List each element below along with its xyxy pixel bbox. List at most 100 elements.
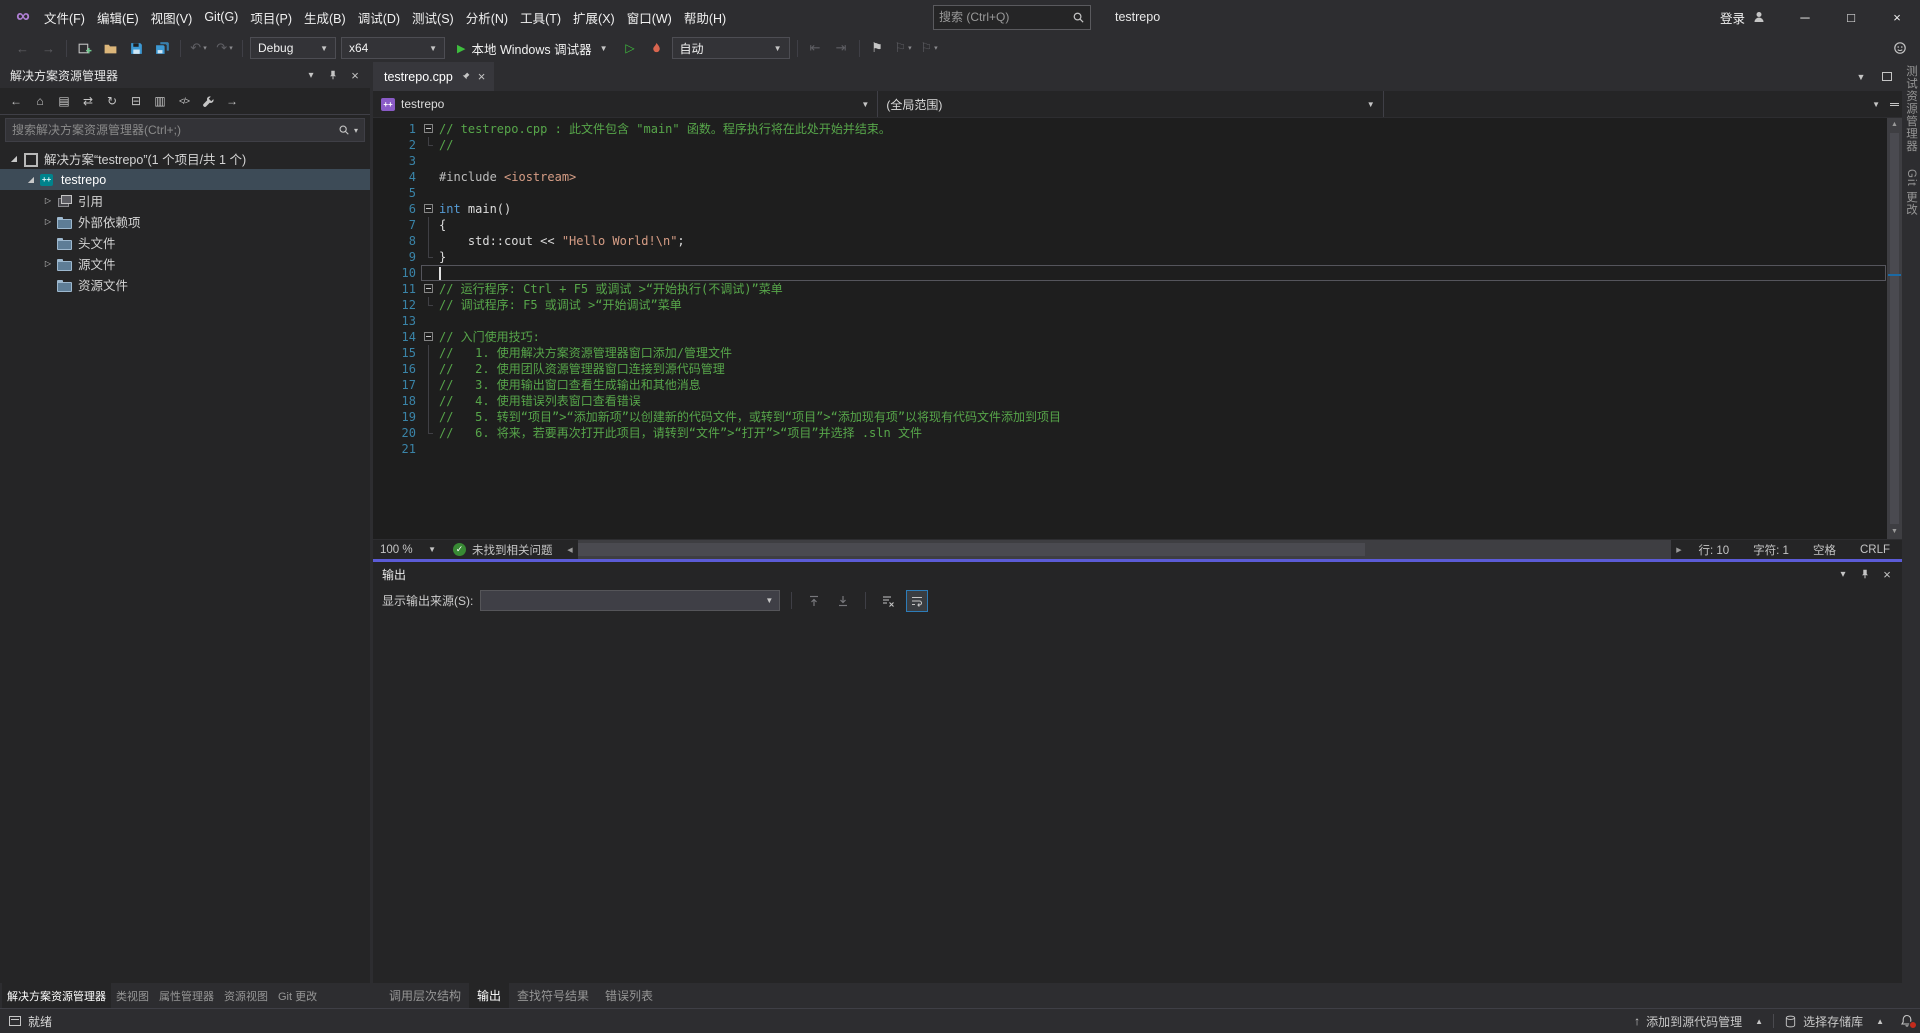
solution-explorer-search-input[interactable] [12, 123, 338, 137]
split-editor-handle[interactable] [1888, 91, 1902, 117]
code-line[interactable]: 2// [373, 137, 1887, 153]
code-line[interactable]: 7{ [373, 217, 1887, 233]
clear-all-icon[interactable] [877, 590, 899, 612]
switch-views-icon[interactable]: ▤ [53, 90, 75, 112]
menu-item[interactable]: 帮助(H) [678, 0, 732, 34]
zoom-dropdown[interactable]: 100 % ▼ [373, 540, 443, 559]
fold-collapse-icon[interactable] [421, 329, 439, 345]
code-line[interactable]: 6int main() [373, 201, 1887, 217]
code-line[interactable]: 16// 2. 使用团队资源管理器窗口连接到源代码管理 [373, 361, 1887, 377]
tree-item[interactable]: ◢testrepo [0, 169, 370, 190]
menu-item[interactable]: 视图(V) [145, 0, 199, 34]
horizontal-scrollbar-track[interactable] [578, 540, 1672, 559]
tree-item[interactable]: 头文件 [0, 232, 370, 253]
start-debugging-button[interactable]: ▶ 本地 Windows 调试器 ▼ [448, 36, 617, 60]
code-line[interactable]: 9} [373, 249, 1887, 265]
menu-item[interactable]: 分析(N) [460, 0, 514, 34]
tab-资源视图[interactable]: 资源视图 [219, 983, 273, 1008]
solution-explorer-search-box[interactable]: ▾ [5, 118, 365, 142]
expand-arrow-icon[interactable]: ▷ [40, 217, 56, 226]
save-all-icon[interactable] [150, 36, 175, 60]
close-button[interactable]: × [1874, 0, 1920, 34]
view-code-icon[interactable]: </> [173, 90, 195, 112]
code-line[interactable]: 20// 6. 将来，若要再次打开此项目，请转到“文件”>“打开”>“项目”并选… [373, 425, 1887, 441]
navigate-forward-icon[interactable]: → [36, 36, 61, 60]
tab-测试资源管理器[interactable]: 测试资源管理器 [1903, 65, 1919, 153]
increase-indent-icon[interactable]: ⇥ [829, 36, 854, 60]
editor-horizontal-scrollbar[interactable]: ◀ ▶ [563, 540, 1687, 559]
preview-selected-items-icon[interactable]: → [221, 90, 243, 112]
tab-查找符号结果[interactable]: 查找符号结果 [509, 983, 597, 1008]
menu-item[interactable]: Git(G) [198, 0, 244, 34]
scroll-right-arrow[interactable]: ▶ [1671, 546, 1686, 554]
toggle-word-wrap-icon[interactable] [906, 590, 928, 612]
code-line[interactable]: 13 [373, 313, 1887, 329]
window-position-icon[interactable]: ▾ [300, 64, 322, 86]
sign-in-button[interactable]: 登录 [1704, 0, 1782, 34]
background-tasks-icon[interactable] [9, 1016, 21, 1026]
quick-search-input[interactable] [939, 10, 1072, 24]
code-line[interactable]: 4#include <iostream> [373, 169, 1887, 185]
pin-icon[interactable] [322, 64, 344, 86]
fold-collapse-icon[interactable] [421, 281, 439, 297]
add-to-source-control-button[interactable]: ↑ 添加到源代码管理 ▲ [1624, 1009, 1773, 1033]
save-icon[interactable] [124, 36, 149, 60]
start-without-debugging-icon[interactable]: ▷ [618, 36, 643, 60]
scroll-left-arrow[interactable]: ◀ [563, 546, 578, 554]
scroll-down-arrow[interactable]: ▼ [1887, 525, 1902, 539]
code-line[interactable]: 8 std::cout << "Hello World!\n"; [373, 233, 1887, 249]
code-editor[interactable]: 1// testrepo.cpp : 此文件包含 "main" 函数。程序执行将… [373, 118, 1902, 539]
fold-collapse-icon[interactable] [421, 121, 439, 137]
tab-解决方案资源管理器[interactable]: 解决方案资源管理器 [2, 983, 111, 1008]
document-health-indicator[interactable]: ✓ 未找到相关问题 [443, 542, 563, 558]
solution-platforms-dropdown[interactable]: x64 ▼ [341, 37, 445, 59]
code-line[interactable]: 1// testrepo.cpp : 此文件包含 "main" 函数。程序执行将… [373, 121, 1887, 137]
nav-member-dropdown[interactable]: ▼ [1384, 91, 1888, 117]
notifications-button[interactable] [1894, 1009, 1920, 1033]
solution-name-label[interactable]: testrepo [1115, 10, 1160, 24]
scroll-up-arrow[interactable]: ▲ [1887, 118, 1902, 132]
menu-item[interactable]: 项目(P) [244, 0, 298, 34]
collapse-all-icon[interactable]: ⊟ [125, 90, 147, 112]
vertical-scrollbar-thumb[interactable] [1890, 133, 1899, 524]
editor-vertical-scrollbar[interactable]: ▲ ▼ [1887, 118, 1902, 539]
undo-icon[interactable]: ↶▾ [186, 36, 211, 60]
horizontal-scrollbar-thumb[interactable] [578, 543, 1366, 556]
feedback-icon[interactable] [1887, 36, 1912, 60]
close-panel-icon[interactable]: × [344, 64, 366, 86]
tab-输出[interactable]: 输出 [469, 983, 509, 1008]
toggle-bookmark-icon[interactable]: ⚑ [865, 36, 890, 60]
home-icon[interactable]: ⌂ [29, 90, 51, 112]
navigate-backward-icon[interactable]: ← [10, 36, 35, 60]
tab-Git 更改[interactable]: Git 更改 [273, 983, 322, 1008]
sync-with-active-document-icon[interactable]: ⇄ [77, 90, 99, 112]
decrease-indent-icon[interactable]: ⇤ [803, 36, 828, 60]
menu-item[interactable]: 生成(B) [298, 0, 352, 34]
previous-message-icon[interactable] [803, 590, 825, 612]
minimize-button[interactable]: ─ [1782, 0, 1828, 34]
eol-indicator[interactable]: CRLF [1848, 544, 1902, 556]
spaces-indicator[interactable]: 空格 [1801, 542, 1848, 558]
next-bookmark-icon[interactable]: ⚐▾ [917, 36, 942, 60]
hot-reload-icon[interactable] [644, 36, 669, 60]
tab-Git 更改[interactable]: Git 更改 [1903, 169, 1919, 216]
nav-project-dropdown[interactable]: ++ testrepo ▼ [373, 91, 878, 117]
new-project-icon[interactable] [72, 36, 97, 60]
chevron-down-icon[interactable]: ▾ [350, 126, 358, 135]
menu-item[interactable]: 窗口(W) [621, 0, 678, 34]
auto-dropdown[interactable]: 自动 ▼ [672, 37, 790, 59]
code-line[interactable]: 19// 5. 转到“项目”>“添加新项”以创建新的代码文件，或转到“项目”>“… [373, 409, 1887, 425]
code-line[interactable]: 5 [373, 185, 1887, 201]
active-files-dropdown-icon[interactable]: ▼ [1852, 68, 1870, 86]
output-source-dropdown[interactable]: ▼ [480, 590, 780, 611]
code-line[interactable]: 15// 1. 使用解决方案资源管理器窗口添加/管理文件 [373, 345, 1887, 361]
open-file-icon[interactable] [98, 36, 123, 60]
tree-item[interactable]: ◢解决方案“testrepo”(1 个项目/共 1 个) [0, 148, 370, 169]
code-line[interactable]: 12// 调试程序: F5 或调试 >“开始调试”菜单 [373, 297, 1887, 313]
tab-属性管理器[interactable]: 属性管理器 [154, 983, 219, 1008]
tab-pin-icon[interactable] [460, 71, 471, 82]
window-position-icon[interactable]: ▾ [1832, 563, 1854, 585]
previous-bookmark-icon[interactable]: ⚐▾ [891, 36, 916, 60]
menu-item[interactable]: 调试(D) [352, 0, 406, 34]
output-content[interactable] [373, 615, 1902, 983]
